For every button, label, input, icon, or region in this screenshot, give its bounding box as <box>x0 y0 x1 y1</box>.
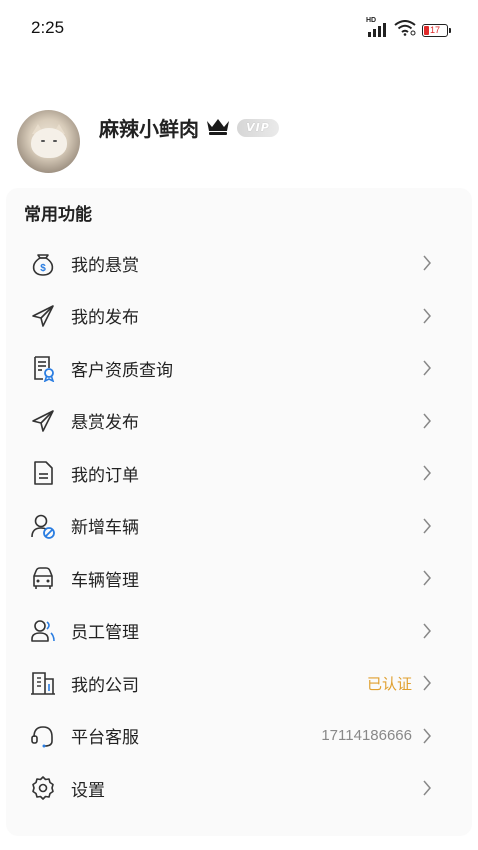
menu-label: 我的订单 <box>71 465 139 486</box>
menu-list: $ 我的悬赏 我的发布 客户资质查询 悬赏发布 我的订单 新增车辆 车辆管理 员… <box>6 237 472 815</box>
user-add-icon <box>29 512 57 540</box>
chevron-right-icon <box>422 255 432 271</box>
building-icon <box>29 669 57 697</box>
chevron-right-icon <box>422 360 432 376</box>
section-title: 常用功能 <box>24 205 92 225</box>
wifi-icon <box>394 20 416 40</box>
chevron-right-icon <box>422 465 432 481</box>
menu-item-my-company[interactable]: 我的公司 已认证 <box>6 657 472 710</box>
chevron-right-icon <box>422 570 432 586</box>
headset-icon <box>29 722 57 750</box>
money-bag-icon: $ <box>29 249 57 277</box>
status-icons: HD 17 <box>366 17 451 40</box>
send-plane-icon <box>29 302 57 330</box>
menu-label: 我的公司 <box>71 675 139 696</box>
menu-item-customer-qualification[interactable]: 客户资质查询 <box>6 342 472 395</box>
service-phone: 17114186666 <box>321 727 412 745</box>
menu-label: 客户资质查询 <box>71 360 173 381</box>
profile-header: 麻辣小鲜肉 VIP <box>0 100 478 180</box>
chevron-right-icon <box>422 780 432 796</box>
menu-item-post-reward[interactable]: 悬赏发布 <box>6 395 472 448</box>
common-functions-card: 常用功能 $ 我的悬赏 我的发布 客户资质查询 悬赏发布 我的订单 新增车辆 车… <box>6 188 472 836</box>
menu-item-customer-service[interactable]: 平台客服 17114186666 <box>6 710 472 763</box>
signal-icon: HD <box>366 17 388 37</box>
username: 麻辣小鲜肉 <box>99 117 199 141</box>
svg-text:$: $ <box>40 263 46 274</box>
chevron-right-icon <box>422 518 432 534</box>
chevron-right-icon <box>422 728 432 744</box>
document-icon <box>29 459 57 487</box>
menu-item-my-posts[interactable]: 我的发布 <box>6 290 472 343</box>
menu-item-settings[interactable]: 设置 <box>6 762 472 815</box>
menu-label: 悬赏发布 <box>71 413 139 434</box>
username-row: 麻辣小鲜肉 VIP <box>99 113 279 142</box>
crown-icon <box>205 116 231 140</box>
status-time: 2:25 <box>31 18 65 37</box>
menu-label: 设置 <box>71 780 105 801</box>
menu-item-vehicle-management[interactable]: 车辆管理 <box>6 552 472 605</box>
chevron-right-icon <box>422 413 432 429</box>
status-bar: 2:25 HD 17 <box>0 0 478 60</box>
menu-label: 车辆管理 <box>71 570 139 591</box>
battery-icon: 17 <box>422 23 451 37</box>
send-plane-icon <box>29 407 57 435</box>
certificate-search-icon <box>29 354 57 383</box>
users-icon <box>29 617 57 645</box>
menu-item-my-rewards[interactable]: $ 我的悬赏 <box>6 237 472 290</box>
car-icon <box>29 564 57 592</box>
menu-item-staff-management[interactable]: 员工管理 <box>6 605 472 658</box>
chevron-right-icon <box>422 308 432 324</box>
menu-item-add-vehicle[interactable]: 新增车辆 <box>6 500 472 553</box>
network-type-label: HD <box>366 17 377 24</box>
battery-level: 17 <box>429 24 440 35</box>
menu-label: 员工管理 <box>71 623 139 644</box>
vip-badge: VIP <box>237 118 279 137</box>
avatar[interactable] <box>17 110 80 173</box>
chevron-right-icon <box>422 623 432 639</box>
verified-status: 已认证 <box>366 675 412 693</box>
menu-item-my-orders[interactable]: 我的订单 <box>6 447 472 500</box>
menu-label: 我的悬赏 <box>71 255 139 276</box>
menu-label: 我的发布 <box>71 308 139 329</box>
menu-label: 平台客服 <box>71 728 139 749</box>
chevron-right-icon <box>422 675 432 691</box>
gear-icon <box>29 774 57 802</box>
menu-label: 新增车辆 <box>71 518 139 539</box>
